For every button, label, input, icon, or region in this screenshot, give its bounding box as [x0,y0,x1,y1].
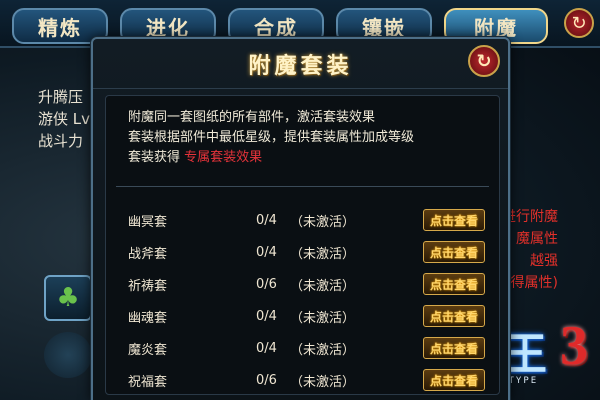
set-status: （未激活） [290,374,356,390]
set-status: （未激活） [290,278,356,294]
hint-text-3: 越强 [530,253,558,269]
equipment-slot[interactable]: ♣ [44,275,92,321]
divider [116,186,489,187]
set-status: （未激活） [290,246,356,262]
hint-text-2: 魔属性 [516,231,558,247]
set-status: （未激活） [290,310,356,326]
hint-text-4: 得属性) [510,275,558,291]
set-row: 战斧套 0/4 （未激活） 点击查看 [106,236,499,268]
view-set-button[interactable]: 点击查看 [423,337,485,359]
exclusive-effect-text: 专属套装效果 [184,150,263,165]
set-progress: 0/6 [256,372,277,388]
view-set-button[interactable]: 点击查看 [423,369,485,391]
desc-line-3: 套装获得 专属套装效果 [128,148,489,168]
set-name: 战斧套 [128,246,168,262]
enchant-set-modal: 附魔套装 ↻ 附魔同一套图纸的所有部件，激活套装效果 套装根据部件中最低星级，提… [91,37,510,400]
refresh-icon[interactable]: ↻ [468,45,500,77]
set-list: 幽冥套 0/4 （未激活） 点击查看 战斧套 0/4 （未激活） 点击查看 祈祷套 0/6 （未激活… [106,204,499,396]
set-name: 祈祷套 [128,278,168,294]
view-set-button[interactable]: 点击查看 [423,209,485,231]
modal-body: 附魔同一套图纸的所有部件，激活套装效果 套装根据部件中最低星级，提供套装属性加成… [105,95,500,395]
hint-text-1: 进行附魔 [502,209,558,225]
set-progress: 0/6 [256,276,277,292]
combat-power-text: 战斗力 [38,132,84,150]
desc-line-1: 附魔同一套图纸的所有部件，激活套装效果 [128,110,376,125]
set-name: 幽冥套 [128,214,168,230]
item-name-text: 升腾压 [38,88,84,106]
set-name: 祝福套 [128,374,168,390]
desc-line-3-prefix: 套装获得 [128,150,181,165]
logo-number: 3 [560,315,588,377]
class-level-text: 游侠 Lv [38,110,91,128]
set-row: 幽魂套 0/4 （未激活） 点击查看 [106,300,499,332]
set-row: 祈祷套 0/6 （未激活） 点击查看 [106,268,499,300]
desc-line-2: 套装根据部件中最低星级，提供套装属性加成等级 [128,130,415,145]
set-progress: 0/4 [256,244,277,260]
set-progress: 0/4 [256,212,277,228]
set-progress: 0/4 [256,340,277,356]
view-set-button[interactable]: 点击查看 [423,273,485,295]
set-row: 幽冥套 0/4 （未激活） 点击查看 [106,204,499,236]
modal-title: 附魔套装 [248,53,353,79]
set-status: （未激活） [290,214,356,230]
set-row: 祝福套 0/6 （未激活） 点击查看 [106,364,499,396]
modal-header: 附魔套装 ↻ [93,39,508,89]
view-set-button[interactable]: 点击查看 [423,305,485,327]
set-progress: 0/4 [256,308,277,324]
set-row: 魔炎套 0/4 （未激活） 点击查看 [106,332,499,364]
description: 附魔同一套图纸的所有部件，激活套装效果 套装根据部件中最低星级，提供套装属性加成… [106,96,499,176]
set-name: 魔炎套 [128,342,168,358]
set-name: 幽魂套 [128,310,168,326]
refresh-icon[interactable]: ↻ [564,8,594,38]
view-set-button[interactable]: 点击查看 [423,241,485,263]
set-status: （未激活） [290,342,356,358]
empty-slot [44,332,92,378]
